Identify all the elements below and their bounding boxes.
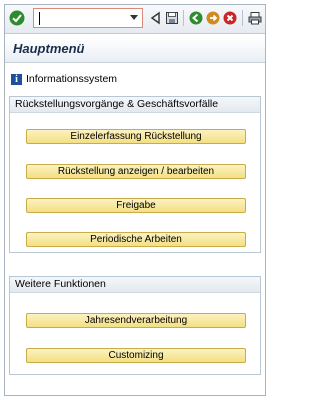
group-title: Rückstellungsvorgänge & Geschäftsvorfäll…	[10, 97, 260, 113]
save-icon[interactable]	[165, 11, 179, 25]
information-system-label: Informationssystem	[26, 73, 118, 85]
toolbar-separator	[242, 10, 243, 26]
periodische-arbeiten-button[interactable]: Periodische Arbeiten	[26, 232, 246, 247]
info-icon: i	[11, 73, 22, 85]
page-title: Hauptmenü	[13, 41, 85, 56]
command-dropdown-button[interactable]	[128, 11, 140, 25]
print-icon[interactable]	[248, 11, 262, 25]
einzelerfassung-rueckstellung-button[interactable]: Einzelerfassung Rückstellung	[26, 129, 246, 144]
title-bar: Hauptmenü	[5, 38, 265, 63]
information-system-link[interactable]: i Informationssystem	[11, 71, 117, 87]
customizing-button[interactable]: Customizing	[26, 348, 246, 363]
group-rueckstellungsvorgaenge: Rückstellungsvorgänge & Geschäftsvorfäll…	[9, 96, 261, 253]
previous-screen-icon[interactable]	[189, 11, 203, 25]
back-icon[interactable]	[148, 11, 162, 25]
chevron-down-icon	[130, 15, 138, 20]
toolbar-separator	[183, 10, 184, 26]
ok-checkmark-icon[interactable]	[9, 10, 25, 26]
jahresendverarbeitung-button[interactable]: Jahresendverarbeitung	[26, 313, 246, 328]
standard-toolbar	[5, 5, 265, 34]
group-weitere-funktionen: Weitere Funktionen Jahresendverarbeitung…	[9, 276, 261, 375]
freigabe-button[interactable]: Freigabe	[26, 198, 246, 213]
rueckstellung-anzeigen-bearbeiten-button[interactable]: Rückstellung anzeigen / bearbeiten	[26, 164, 246, 179]
text-cursor	[39, 12, 40, 25]
group-title: Weitere Funktionen	[10, 277, 260, 293]
cancel-icon[interactable]	[223, 11, 237, 25]
exit-icon[interactable]	[206, 11, 220, 25]
sap-window: Hauptmenü i Informationssystem Rückstell…	[4, 4, 266, 396]
command-field[interactable]	[33, 8, 143, 28]
